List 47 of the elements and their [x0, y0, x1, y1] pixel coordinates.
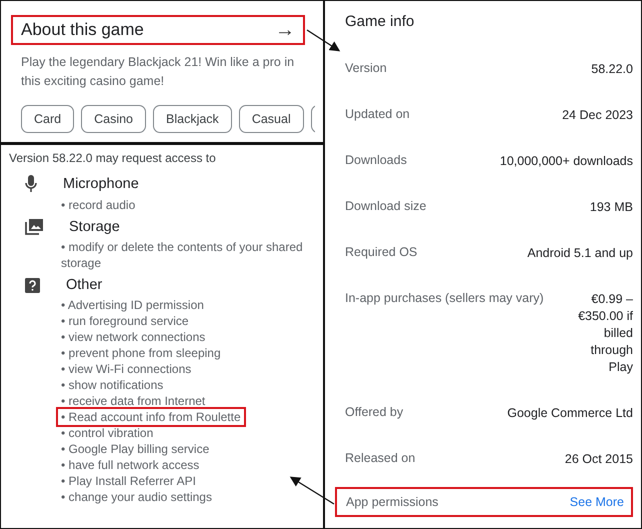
- category-chip[interactable]: Casino: [81, 105, 146, 133]
- permission-group-title: Microphone: [63, 176, 139, 192]
- info-label: Offered by: [345, 405, 404, 421]
- permission-item: • have full network access: [60, 457, 200, 474]
- info-value: 193 MB: [590, 199, 633, 216]
- info-value: €0.99 – €350.00 if billed through Play: [577, 291, 633, 376]
- permissions-intro: Version 58.22.0 may request access to: [9, 151, 217, 165]
- permission-item: • modify or delete the contents of your shared storage: [60, 239, 304, 272]
- category-chip[interactable]: Blackjack: [153, 105, 232, 133]
- about-header[interactable]: About this game →: [11, 15, 305, 45]
- permission-item: • control vibration: [60, 425, 154, 442]
- category-chip[interactable]: Card: [21, 105, 74, 133]
- permission-item: • change your audio settings: [60, 489, 213, 506]
- game-info-title: Game info: [345, 13, 416, 32]
- permission-item: • record audio: [60, 197, 136, 214]
- permission-item: • Play Install Referrer API: [60, 473, 197, 490]
- info-value: 24 Dec 2023: [562, 107, 633, 124]
- permission-item: • Google Play billing service: [60, 441, 210, 458]
- info-label: Required OS: [345, 245, 418, 261]
- about-title: About this game: [21, 20, 144, 40]
- info-label: In-app purchases (sellers may vary): [345, 291, 544, 307]
- info-label: App permissions: [346, 495, 438, 509]
- permission-item: • prevent phone from sleeping: [60, 345, 222, 362]
- info-label: Updated on: [345, 107, 410, 123]
- info-value: 26 Oct 2015: [564, 451, 633, 468]
- info-value: 58.22.0: [591, 61, 633, 78]
- info-label: Downloads: [345, 153, 407, 169]
- game-description: Play the legendary Blackjack 21! Win like a pro in this exciting casino game!: [21, 54, 296, 90]
- permission-item: • run foreground service: [60, 313, 190, 330]
- permission-item: • view network connections: [60, 329, 206, 346]
- permission-item: • show notifications: [60, 377, 164, 394]
- permission-item: • view Wi-Fi connections: [60, 361, 192, 378]
- category-chip[interactable]: Casual: [238, 105, 304, 133]
- permission-item: • receive data from Internet: [60, 393, 206, 410]
- info-value: 10,000,000+ downloads: [500, 153, 633, 170]
- info-label: Download size: [345, 199, 426, 215]
- permission-group-title: Other: [66, 277, 102, 293]
- info-label: Version: [345, 61, 387, 77]
- info-value: Google Commerce Ltd: [507, 405, 633, 422]
- permission-item: • Advertising ID permission: [60, 297, 205, 314]
- permission-item: • Read account info from Roulette: [56, 407, 246, 427]
- info-label: Released on: [345, 451, 416, 467]
- info-value: Android 5.1 and up: [527, 245, 633, 262]
- see-more-link[interactable]: See More: [570, 495, 624, 509]
- permission-group-title: Storage: [69, 219, 120, 235]
- app-permissions-row[interactable]: App permissions See More: [335, 487, 633, 517]
- arrow-icon: →: [275, 18, 295, 42]
